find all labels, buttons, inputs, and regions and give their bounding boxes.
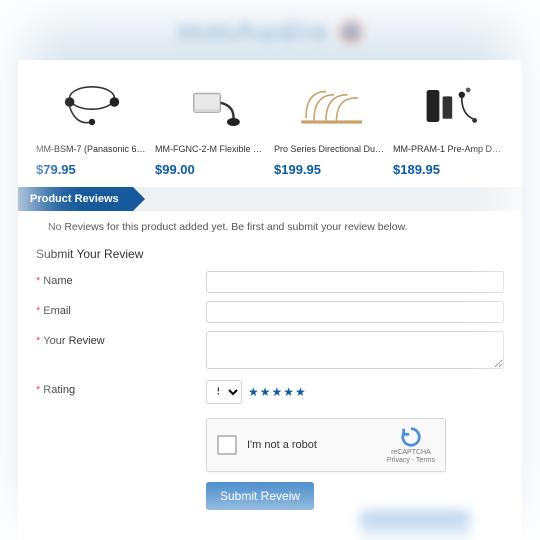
earset-icon	[274, 74, 385, 138]
product-title: MM-PRAM-1 Pre-Amp Driven Mono Mic…	[393, 144, 504, 154]
no-reviews-text: No Reviews for this product added yet. B…	[36, 211, 504, 245]
headset-icon	[36, 74, 147, 138]
rating-select[interactable]: 5	[206, 380, 242, 404]
product-card[interactable]: MM-BSM-7 (Panasonic 61 Series) Bla… $79.…	[36, 74, 147, 177]
recaptcha-checkbox[interactable]	[217, 435, 237, 455]
product-card[interactable]: MM-FGNC-2-M Flexible Gooseneck "… $99.00	[155, 74, 266, 177]
review-form-title: Submit Your Review	[36, 247, 504, 261]
logo-text: mmAudio	[177, 13, 329, 47]
tab-label: Product Reviews	[30, 193, 119, 205]
email-label: *Email	[36, 301, 206, 317]
product-price: $189.95	[393, 162, 504, 177]
form-row-captcha: I'm not a robot reCAPTCHA Privacy - Term…	[36, 412, 504, 510]
logo-mark-icon	[339, 18, 363, 42]
content-card: MM-BSM-7 (Panasonic 61 Series) Bla… $79.…	[18, 60, 522, 540]
product-title: MM-FGNC-2-M Flexible Gooseneck "…	[155, 144, 266, 154]
product-price: $199.95	[274, 162, 385, 177]
review-textarea[interactable]	[206, 331, 504, 369]
rating-label: *Rating	[36, 380, 206, 396]
product-card[interactable]: Pro Series Directional Dual Earset… $199…	[274, 74, 385, 177]
site-header: mmAudio	[0, 0, 540, 60]
form-row-review: *Your Review	[36, 331, 504, 372]
recaptcha-label: I'm not a robot	[247, 439, 377, 451]
email-input[interactable]	[206, 301, 504, 323]
reviews-header-row: Product Reviews	[18, 187, 522, 211]
blurred-element	[360, 512, 470, 538]
product-title: MM-BSM-7 (Panasonic 61 Series) Bla…	[36, 144, 147, 154]
product-price: $99.00	[155, 162, 266, 177]
product-price: $79.95	[36, 162, 147, 177]
form-row-email: *Email	[36, 301, 504, 323]
preamp-icon	[393, 74, 504, 138]
name-label: *Name	[36, 271, 206, 287]
review-label: *Your Review	[36, 331, 206, 347]
related-products: MM-BSM-7 (Panasonic 61 Series) Bla… $79.…	[36, 74, 504, 177]
tab-product-reviews[interactable]: Product Reviews	[18, 187, 133, 211]
form-row-name: *Name	[36, 271, 504, 293]
gooseneck-icon	[155, 74, 266, 138]
submit-review-button[interactable]: Submit Reveiw	[206, 482, 314, 510]
name-input[interactable]	[206, 271, 504, 293]
recaptcha-widget[interactable]: I'm not a robot reCAPTCHA Privacy - Term…	[206, 418, 446, 472]
recaptcha-logo-icon: reCAPTCHA Privacy - Terms	[387, 426, 435, 464]
form-row-rating: *Rating 5 ★★★★★	[36, 380, 504, 404]
product-title: Pro Series Directional Dual Earset…	[274, 144, 385, 154]
product-card[interactable]: MM-PRAM-1 Pre-Amp Driven Mono Mic… $189.…	[393, 74, 504, 177]
star-icon: ★★★★★	[248, 385, 307, 399]
